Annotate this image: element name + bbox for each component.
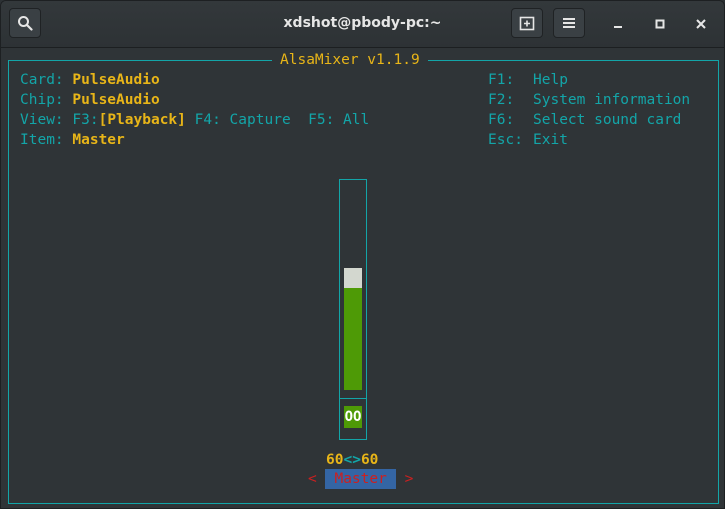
key-help[interactable]: F1: Help — [488, 70, 568, 90]
view-playback[interactable]: [Playback] — [99, 112, 186, 128]
header-bar: xdshot@pbody-pc:~ — [1, 1, 724, 48]
mute-toggle[interactable]: OO — [344, 406, 362, 428]
view-f3-key: F3: — [72, 112, 99, 128]
volume-track — [344, 186, 362, 390]
chip-row: Chip: PulseAudio — [20, 90, 160, 110]
minimize-icon — [613, 14, 623, 33]
key-help-key: F1: — [488, 72, 515, 88]
key-select-card-key: F6: — [488, 112, 515, 128]
chip-value: PulseAudio — [72, 92, 160, 108]
new-tab-icon — [519, 15, 535, 31]
master-volume-bar[interactable]: OO — [339, 179, 367, 440]
view-label: View: — [20, 112, 64, 128]
chip-label: Chip: — [20, 92, 64, 108]
key-sysinfo-action: System information — [533, 92, 691, 108]
minimize-button[interactable] — [608, 13, 628, 33]
volume-level-cap — [344, 268, 362, 288]
item-value: Master — [72, 132, 125, 148]
channel-name: Master — [325, 469, 396, 489]
volume-values: 60<>60 — [326, 450, 378, 470]
volume-level-fill — [344, 288, 362, 390]
terminal-window: xdshot@pbody-pc:~ AlsaMixer v1.1.9 Card:… — [0, 0, 725, 509]
right-arrow: > — [404, 471, 414, 487]
key-exit-action: Exit — [533, 132, 568, 148]
item-row: Item: Master — [20, 130, 125, 150]
card-label: Card: — [20, 72, 64, 88]
maximize-button[interactable] — [650, 13, 670, 33]
hamburger-menu-icon — [562, 17, 576, 29]
key-exit[interactable]: Esc: Exit — [488, 130, 568, 150]
new-tab-button[interactable] — [511, 8, 543, 38]
key-select-sound-card[interactable]: F6: Select sound card — [488, 110, 681, 130]
channel-separator: <> — [343, 452, 361, 468]
terminal-area[interactable]: AlsaMixer v1.1.9 Card: PulseAudio Chip: … — [1, 48, 724, 508]
key-system-information[interactable]: F2: System information — [488, 90, 690, 110]
view-all[interactable]: F5: All — [308, 112, 369, 128]
key-help-action: Help — [533, 72, 568, 88]
item-label: Item: — [20, 132, 64, 148]
maximize-icon — [655, 14, 665, 33]
selected-channel-label[interactable]: < Master > — [308, 469, 413, 489]
left-arrow: < — [308, 471, 317, 487]
view-capture[interactable]: F4: Capture — [195, 112, 291, 128]
view-row: View: F3:[Playback] F4: Capture F5: All — [20, 110, 369, 130]
close-icon — [696, 14, 706, 33]
menu-button[interactable] — [553, 8, 585, 38]
key-exit-key: Esc: — [488, 132, 523, 148]
bar-divider — [340, 398, 366, 399]
card-value: PulseAudio — [72, 72, 160, 88]
right-volume-value: 60 — [360, 452, 379, 468]
card-row: Card: PulseAudio — [20, 70, 160, 90]
close-button[interactable] — [691, 13, 711, 33]
key-select-card-action: Select sound card — [533, 112, 682, 128]
left-volume-value: 60 — [326, 452, 344, 468]
mixer-title: AlsaMixer v1.1.9 — [272, 51, 428, 69]
key-sysinfo-key: F2: — [488, 92, 515, 108]
